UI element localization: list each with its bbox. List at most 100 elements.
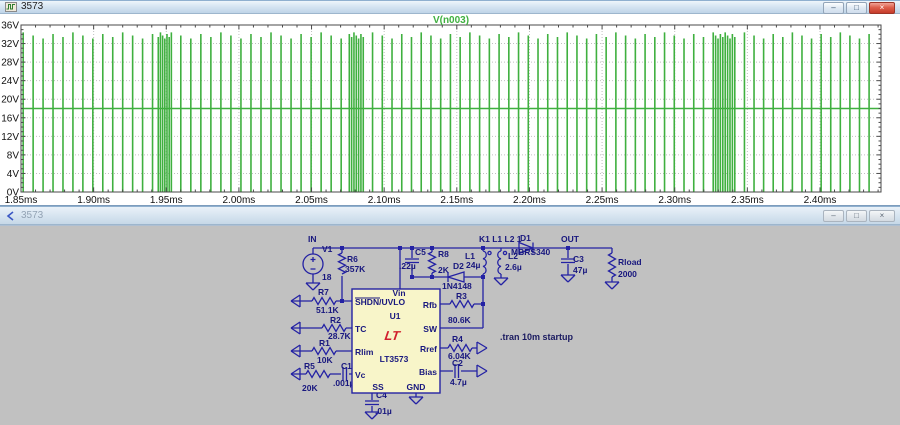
x-axis-tick-label: 2.15ms xyxy=(440,195,473,205)
waveform-window-title: 3573 xyxy=(21,2,43,12)
y-axis-tick-label: 24V xyxy=(1,76,19,87)
v1-name: V1 xyxy=(322,244,333,254)
y-axis-tick-label: 36V xyxy=(1,21,19,32)
spice-directive[interactable]: .tran 10m startup xyxy=(500,332,574,342)
x-axis-tick-label: 2.25ms xyxy=(586,195,619,205)
x-axis-labels: 1.85ms 1.90ms 1.95ms 2.00ms 2.05ms 2.10ms 2.15… xyxy=(5,195,837,205)
pin-rlim: Rlim xyxy=(355,347,374,357)
r1-name: R1 xyxy=(319,338,330,348)
minimize-button[interactable]: – xyxy=(823,2,844,14)
r6-value: 357K xyxy=(345,264,366,274)
r3-name: R3 xyxy=(456,291,467,301)
c5-value: .22µ xyxy=(399,261,416,271)
resistor-r5[interactable]: R5 20K xyxy=(302,361,330,393)
r8-name: R8 xyxy=(438,249,449,259)
resistor-rload[interactable]: Rload 2000 xyxy=(609,253,642,279)
waveform-window-titlebar[interactable]: 3573 – □ × xyxy=(0,0,900,14)
x-axis-tick-label: 2.40ms xyxy=(804,195,837,205)
r7-name: R7 xyxy=(318,287,329,297)
maximize-button[interactable]: □ xyxy=(846,2,867,14)
d1-value: MBRS340 xyxy=(511,247,550,257)
schematic-doc-icon xyxy=(5,211,17,221)
schematic-canvas[interactable]: V1 18 IN R6 357K C5 .22µ xyxy=(0,225,900,425)
pin-rfb: Rfb xyxy=(423,300,437,310)
x-axis-tick-label: 2.05ms xyxy=(295,195,328,205)
ic-ref: U1 xyxy=(390,311,401,321)
pin-bias: Bias xyxy=(419,367,437,377)
x-axis-tick-label: 2.30ms xyxy=(658,195,691,205)
resistor-r7[interactable]: R7 51.1K xyxy=(312,287,340,315)
r1-value: 10K xyxy=(317,355,333,365)
ic-lt3573[interactable]: Vin SHDN/UVLO Rfb U1 TC SW LT Rlim Rref … xyxy=(352,288,440,393)
resistor-r6[interactable]: R6 357K xyxy=(339,253,367,274)
ic-part: LT3573 xyxy=(380,354,409,364)
waveform-app-icon xyxy=(5,2,17,12)
d2-value: 1N4148 xyxy=(442,281,472,291)
x-axis-tick-label: 1.85ms xyxy=(5,195,38,205)
schematic-window-titlebar[interactable]: 3573 – □ × xyxy=(0,206,900,225)
l1-value: 24µ xyxy=(466,260,480,270)
y-axis-tick-label: 32V xyxy=(1,39,19,50)
maximize-button[interactable]: □ xyxy=(846,210,867,222)
x-axis-tick-label: 1.90ms xyxy=(77,195,110,205)
pin-tc: TC xyxy=(355,324,366,334)
y-axis-tick-label: 12V xyxy=(1,132,19,143)
v1-value: 18 xyxy=(322,272,332,282)
net-label-in[interactable]: IN xyxy=(308,234,317,244)
close-button[interactable]: × xyxy=(869,2,895,14)
l2-value: 2.6µ xyxy=(505,262,522,272)
r5-name: R5 xyxy=(304,361,315,371)
resistor-r3[interactable]: R3 80.6K xyxy=(448,291,474,325)
c2-value: 4.7µ xyxy=(450,377,467,387)
capacitor-c2[interactable]: C2 4.7µ xyxy=(450,358,467,387)
x-axis-tick-label: 2.00ms xyxy=(223,195,256,205)
waveform-window: 3573 – □ × 36V32V28V24V20V16V12V8V4V0V 1… xyxy=(0,0,900,206)
schematic-window: 3573 – □ × xyxy=(0,206,900,425)
rload-name: Rload xyxy=(618,257,642,267)
r6-name: R6 xyxy=(347,254,358,264)
voltage-source-v1[interactable]: V1 18 xyxy=(303,244,333,282)
r7-value: 51.1K xyxy=(316,305,340,315)
pin-sw: SW xyxy=(423,324,438,334)
resistor-r4[interactable]: R4 6.04K xyxy=(448,334,472,361)
c4-value: .01µ xyxy=(375,406,392,416)
y-axis-tick-label: 4V xyxy=(7,169,20,180)
x-axis-tick-label: 2.35ms xyxy=(731,195,764,205)
y-axis-tick-label: 8V xyxy=(7,150,20,161)
x-axis-tick-label: 1.95ms xyxy=(150,195,183,205)
c3-name: C3 xyxy=(573,254,584,264)
close-button[interactable]: × xyxy=(869,210,895,222)
resistor-r1[interactable]: R1 10K xyxy=(312,338,336,365)
waveform-pane[interactable]: 36V32V28V24V20V16V12V8V4V0V 1.85ms1.90ms… xyxy=(0,14,900,206)
voltage-trace xyxy=(21,32,881,192)
rload-value: 2000 xyxy=(618,269,637,279)
trace-label[interactable]: V(n003) xyxy=(433,15,469,26)
x-axis-tick-label: 2.10ms xyxy=(368,195,401,205)
y-axis-labels: 36V32V28V24V20V16V12V8V4V0V xyxy=(1,21,19,199)
r3-value: 80.6K xyxy=(448,315,472,325)
net-label-out[interactable]: OUT xyxy=(561,234,580,244)
port-flags-right[interactable] xyxy=(477,342,487,377)
waveform-plot[interactable]: 36V32V28V24V20V16V12V8V4V0V 1.85ms1.90ms… xyxy=(0,14,900,205)
c1-name: C1 xyxy=(341,361,352,371)
coupling-directive[interactable]: K1 L1 L2 1 xyxy=(479,234,522,244)
r4-name: R4 xyxy=(452,334,463,344)
schematic-window-title: 3573 xyxy=(21,211,43,221)
capacitor-c3[interactable]: C3 47µ xyxy=(561,254,587,275)
y-axis-tick-label: 16V xyxy=(1,113,19,124)
y-axis-tick-label: 28V xyxy=(1,58,19,69)
pin-rref: Rref xyxy=(420,344,437,354)
pin-vc: Vc xyxy=(355,370,366,380)
resistor-r8[interactable]: R8 2K xyxy=(429,249,450,275)
pin-shdn: SHDN/UVLO xyxy=(355,297,405,307)
c3-value: 47µ xyxy=(573,265,587,275)
d1-name: D1 xyxy=(520,233,531,243)
minimize-button[interactable]: – xyxy=(823,210,844,222)
x-axis-tick-label: 2.20ms xyxy=(513,195,546,205)
r5-value: 20K xyxy=(302,383,318,393)
pin-gnd: GND xyxy=(407,382,426,392)
port-flags-left[interactable] xyxy=(291,295,300,380)
c5-name: C5 xyxy=(415,247,426,257)
r2-value: 28.7K xyxy=(328,331,352,341)
pin-ss: SS xyxy=(372,382,384,392)
